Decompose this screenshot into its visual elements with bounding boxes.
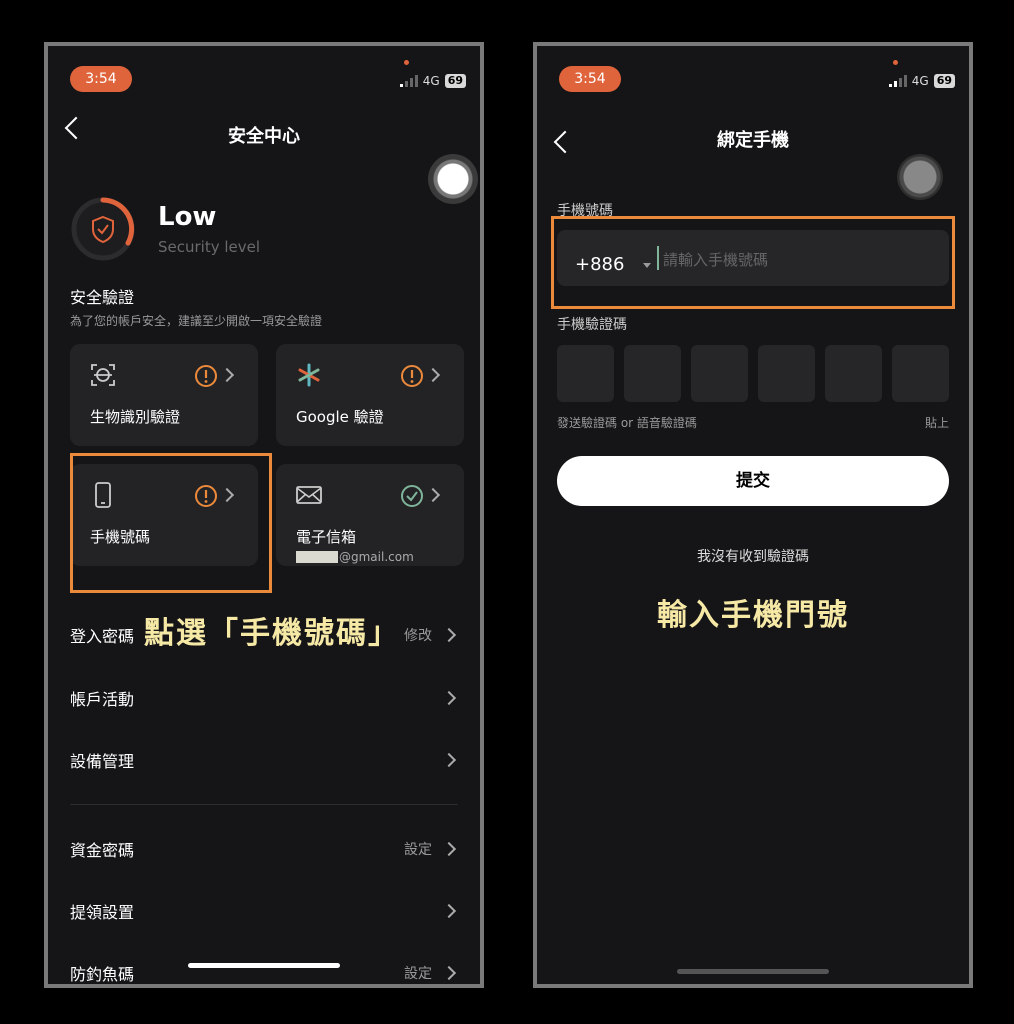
floating-assistive-button[interactable]: [897, 154, 943, 200]
camera-indicator: [404, 60, 409, 65]
send-code-link[interactable]: 發送驗證碼 or 語音驗證碼: [557, 414, 697, 431]
page-title: 安全中心: [228, 126, 300, 147]
phone-screen-security-center: 3:54 4G 69 安全中心 Low Security level 安全驗證 …: [44, 42, 484, 988]
security-level-value: Low: [158, 202, 217, 232]
row-label: 提領設置: [70, 903, 135, 922]
otp-box-1[interactable]: [557, 345, 614, 402]
highlight-box: [70, 453, 272, 593]
home-indicator: [677, 969, 829, 974]
row-label: 登入密碼: [70, 627, 135, 646]
chevron-right-icon: [441, 903, 457, 919]
chevron-right-icon: [219, 367, 235, 383]
signal-icon: [888, 75, 907, 87]
email-domain: @gmail.com: [339, 550, 414, 564]
card-label: 電子信箱: [296, 528, 357, 546]
chevron-right-icon: [441, 965, 457, 981]
otp-box-6[interactable]: [892, 345, 949, 402]
row-value: 設定: [404, 966, 432, 982]
chevron-right-icon: [441, 627, 457, 643]
otp-box-5[interactable]: [825, 345, 882, 402]
mail-icon: [296, 486, 322, 504]
check-circle-icon: [401, 485, 423, 507]
email-masked: @gmail.com: [296, 550, 414, 564]
card-google-authenticator[interactable]: Google 驗證: [276, 344, 464, 446]
battery-icon: 69: [444, 74, 466, 88]
row-value: 修改: [404, 628, 432, 644]
section-description: 為了您的帳戶安全，建議至少開啟一項安全驗證: [70, 314, 323, 328]
security-level-caption: Security level: [158, 238, 261, 256]
floating-assistive-button[interactable]: [428, 154, 478, 204]
warning-icon: [195, 365, 217, 387]
security-level-gauge: [71, 197, 135, 261]
caption-enter-phone: 輸入手機門號: [657, 598, 849, 633]
network-type: 4G: [911, 74, 929, 88]
row-fund-password[interactable]: 資金密碼 設定: [70, 834, 458, 864]
face-scan-icon: [91, 364, 115, 386]
phone-screen-bind-phone: 3:54 4G 69 綁定手機 手機號碼 +886 請輸入手機號碼 手機驗證碼 …: [533, 42, 973, 988]
highlight-box: [551, 216, 955, 309]
network-type: 4G: [422, 74, 440, 88]
card-biometric-verification[interactable]: 生物識別驗證: [70, 344, 258, 446]
status-time: 3:54: [559, 66, 621, 92]
battery-icon: 69: [933, 74, 955, 88]
status-bar-right: 4G 69: [399, 74, 466, 88]
caption-tap-phone-number: 點選「手機號碼」: [144, 616, 400, 651]
otp-box-3[interactable]: [691, 345, 748, 402]
card-label: Google 驗證: [296, 408, 384, 426]
status-bar-right: 4G 69: [888, 74, 955, 88]
section-title: 安全驗證: [70, 288, 135, 307]
chevron-right-icon: [425, 367, 441, 383]
paste-button[interactable]: 貼上: [925, 414, 949, 431]
status-time: 3:54: [70, 66, 132, 92]
row-withdrawal-settings[interactable]: 提領設置: [70, 896, 458, 926]
google-authenticator-icon: [298, 363, 320, 387]
row-account-activity[interactable]: 帳戶活動: [70, 683, 458, 713]
verification-code-label: 手機驗證碼: [557, 317, 627, 333]
row-value: 設定: [404, 842, 432, 858]
redaction-mask: [296, 551, 338, 563]
chevron-right-icon: [441, 752, 457, 768]
otp-box-4[interactable]: [758, 345, 815, 402]
home-indicator: [188, 963, 340, 968]
row-label: 設備管理: [70, 752, 135, 771]
chevron-right-icon: [441, 841, 457, 857]
chevron-right-icon: [441, 690, 457, 706]
no-code-link[interactable]: 我沒有收到驗證碼: [537, 546, 969, 566]
divider: [70, 804, 458, 805]
chevron-right-icon: [425, 487, 441, 503]
camera-indicator: [893, 60, 898, 65]
submit-button[interactable]: 提交: [557, 456, 949, 506]
row-label: 資金密碼: [70, 841, 135, 860]
row-label: 防釣魚碼: [70, 965, 135, 984]
row-device-management[interactable]: 設備管理: [70, 745, 458, 775]
otp-box-2[interactable]: [624, 345, 681, 402]
signal-icon: [399, 75, 418, 87]
card-label: 生物識別驗證: [90, 408, 181, 426]
card-email[interactable]: 電子信箱 @gmail.com: [276, 464, 464, 566]
warning-icon: [401, 365, 423, 387]
row-label: 帳戶活動: [70, 690, 135, 709]
page-title: 綁定手機: [717, 130, 789, 151]
